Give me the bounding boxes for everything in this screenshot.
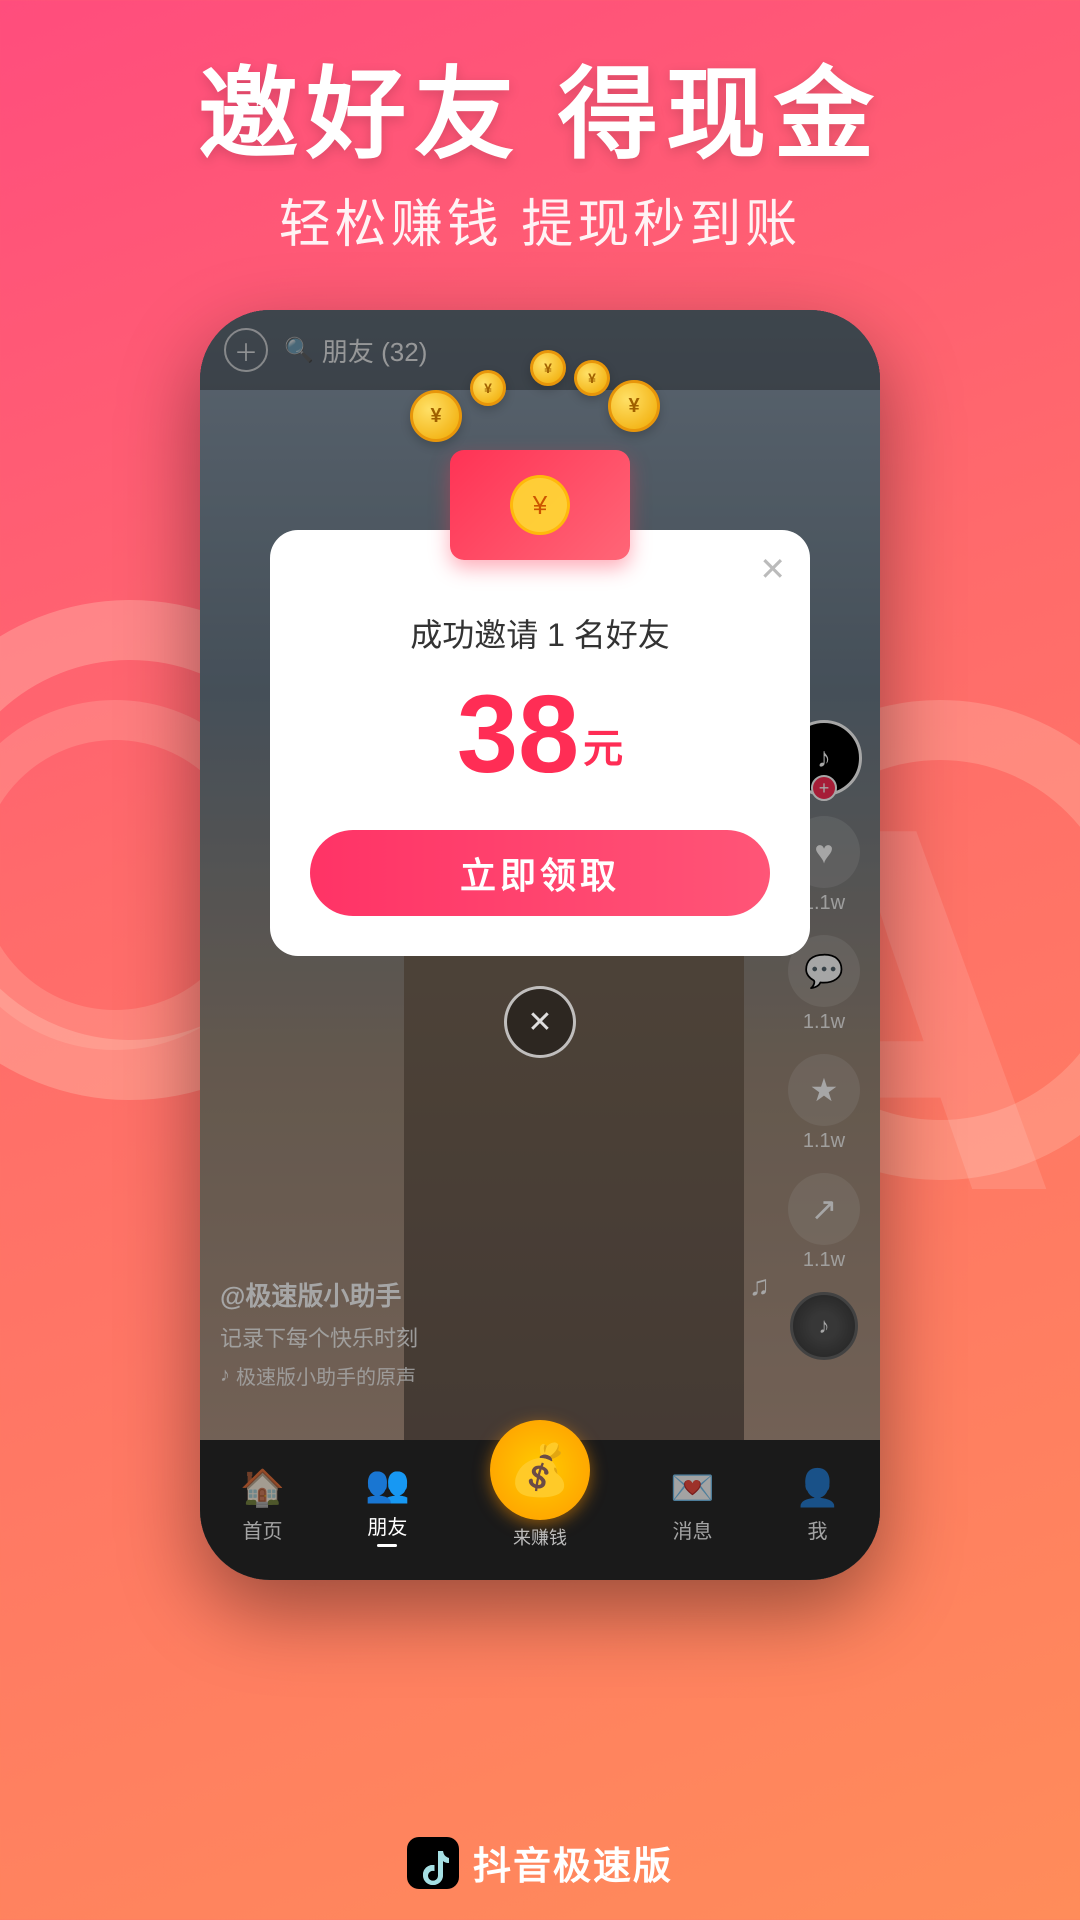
coin-3: ¥	[608, 380, 660, 432]
phone-mockup: ＋ 🔍 朋友 (32) ♪ +	[200, 310, 880, 1580]
coin-2: ¥	[470, 370, 506, 406]
friends-icon: 👥	[365, 1463, 410, 1505]
popup-amount-row: 38 元	[310, 680, 770, 790]
profile-icon: 👤	[795, 1467, 840, 1509]
phone-frame: ＋ 🔍 朋友 (32) ♪ +	[200, 310, 880, 1580]
reward-popup-card: ¥ ¥ ¥ ¥ ¥ ¥ ✕ 成功邀请 1 名好友 38 元	[270, 530, 810, 956]
nav-label-friends: 朋友	[367, 1511, 407, 1547]
home-icon: 🏠	[240, 1467, 285, 1509]
header: 邀好友 得现金 轻松赚钱 提现秒到账	[0, 60, 1080, 257]
nav-item-friends[interactable]: 👥 朋友	[365, 1463, 410, 1547]
nav-label-home: 首页	[242, 1515, 282, 1544]
coin-1: ¥	[410, 390, 462, 442]
coin-5: ¥	[530, 350, 566, 386]
nav-label-profile: 我	[807, 1515, 827, 1544]
nav-item-profile[interactable]: 👤 我	[795, 1467, 840, 1544]
nav-item-home[interactable]: 🏠 首页	[240, 1467, 285, 1544]
dismiss-icon: ✕	[527, 1005, 552, 1040]
red-packet-emblem: ¥	[510, 475, 570, 535]
nav-item-messages[interactable]: 💌 消息	[670, 1467, 715, 1544]
header-subtitle: 轻松赚钱 提现秒到账	[0, 182, 1080, 257]
popup-overlay: ¥ ¥ ¥ ¥ ¥ ¥ ✕ 成功邀请 1 名好友 38 元	[200, 310, 880, 1580]
phone-screen: ＋ 🔍 朋友 (32) ♪ +	[200, 310, 880, 1580]
claim-button[interactable]: 立即领取	[310, 830, 770, 916]
coin-4: ¥	[574, 360, 610, 396]
bottom-nav: 🏠 首页 👥 朋友 💰 来赚钱 💌 消息 👤 我	[200, 1440, 880, 1580]
tiktok-logo-icon	[407, 1837, 459, 1889]
dismiss-button[interactable]: ✕	[504, 986, 576, 1058]
popup-title: 成功邀请 1 名好友	[310, 610, 770, 656]
earn-icon: 💰	[490, 1420, 590, 1520]
popup-close-button[interactable]: ✕	[759, 550, 786, 588]
reward-amount: 38	[457, 680, 579, 790]
reward-unit: 元	[583, 716, 623, 774]
header-title: 邀好友 得现金	[0, 60, 1080, 170]
red-packet: ¥	[450, 450, 630, 560]
brand-name: 抖音极速版	[473, 1835, 673, 1890]
nav-item-earn[interactable]: 💰 来赚钱	[490, 1420, 590, 1550]
bottom-brand: 抖音极速版	[0, 1835, 1080, 1890]
messages-icon: 💌	[670, 1467, 715, 1509]
popup-coins-decoration: ¥ ¥ ¥ ¥ ¥ ¥	[390, 430, 690, 560]
nav-label-messages: 消息	[673, 1515, 713, 1544]
nav-label-earn: 来赚钱	[513, 1524, 567, 1550]
